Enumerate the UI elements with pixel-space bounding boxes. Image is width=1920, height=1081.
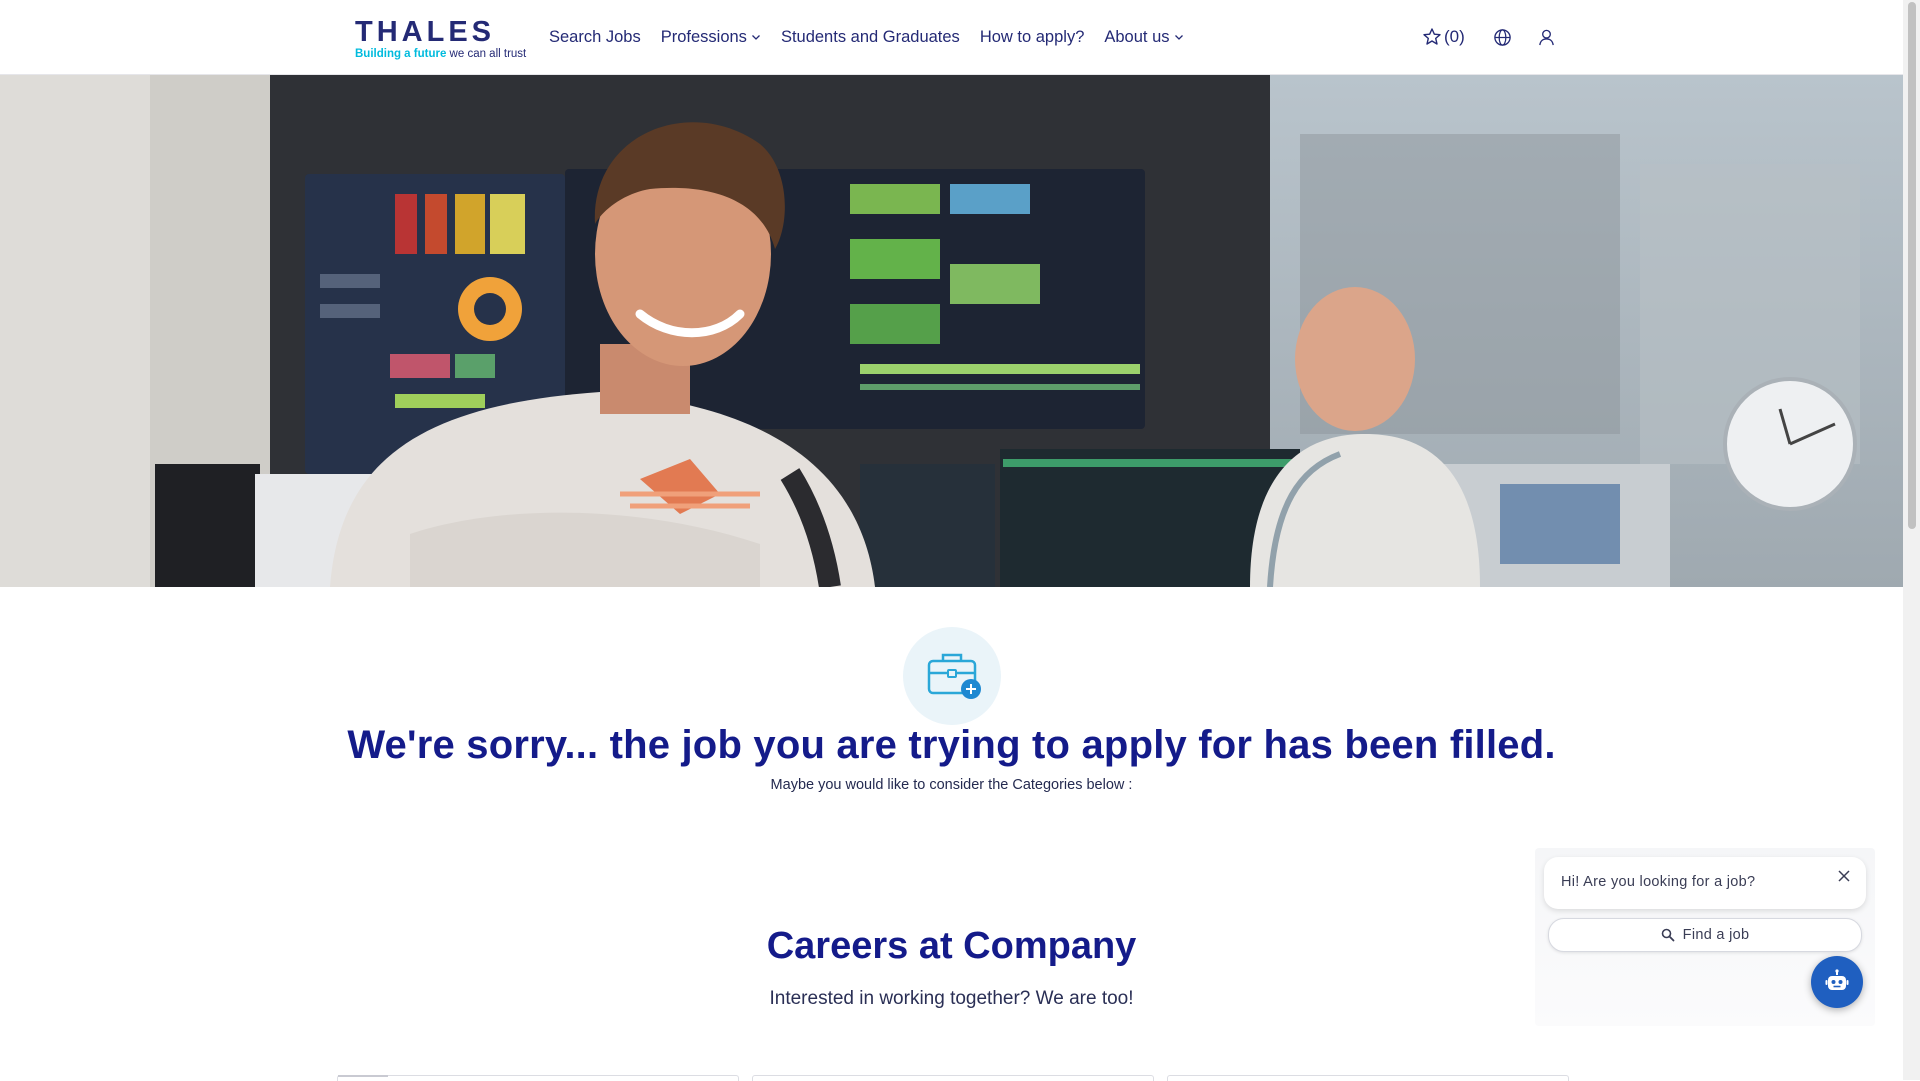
- chevron-down-icon: [1174, 35, 1183, 40]
- site-header: THALES Building a future we can all trus…: [0, 0, 1903, 75]
- nav-label: About us: [1104, 27, 1170, 46]
- logo-tagline-rest: we can all trust: [446, 48, 527, 60]
- nav-search-jobs[interactable]: Search Jobs: [549, 28, 641, 47]
- find-a-job-label: Find a job: [1682, 927, 1750, 943]
- hero-image: [0, 74, 1903, 587]
- nav-label: How to apply?: [979, 27, 1085, 46]
- account-button[interactable]: [1537, 0, 1556, 74]
- nav-label: Students and Graduates: [780, 27, 960, 46]
- main-nav: Search Jobs Professions Students and Gra…: [549, 0, 1204, 74]
- nav-label: Search Jobs: [549, 27, 641, 46]
- chat-greeting-bubble: Hi! Are you looking for a job?: [1544, 857, 1866, 909]
- chatbot-launcher[interactable]: [1811, 956, 1863, 1008]
- logo-wordmark: THALES: [355, 16, 495, 48]
- briefcase-plus-icon: [927, 653, 981, 699]
- category-card[interactable]: [752, 1075, 1154, 1081]
- nav-professions[interactable]: Professions: [661, 28, 761, 47]
- close-icon[interactable]: [1837, 869, 1851, 883]
- thales-logo[interactable]: THALES Building a future we can all trus…: [355, 16, 527, 60]
- star-icon: [1423, 28, 1441, 45]
- logo-tagline-highlight: Building a future: [355, 48, 447, 60]
- favorites-button[interactable]: (0): [1422, 0, 1465, 74]
- logo-tagline: Building a future we can all trust: [355, 48, 527, 60]
- hero-illustration: [0, 74, 1903, 587]
- categories-hint: Maybe you would like to consider the Cat…: [770, 777, 1133, 793]
- globe-icon: [1494, 28, 1511, 46]
- nav-students-graduates[interactable]: Students and Graduates: [781, 28, 960, 47]
- card-accent: [338, 1075, 388, 1077]
- category-card[interactable]: [1167, 1075, 1569, 1081]
- briefcase-badge: [903, 627, 1001, 725]
- chevron-down-icon: [751, 35, 760, 40]
- language-button[interactable]: [1493, 0, 1512, 74]
- page-scrollbar[interactable]: [1903, 0, 1920, 1080]
- job-filled-heading: We're sorry... the job you are trying to…: [347, 723, 1556, 767]
- nav-how-to-apply[interactable]: How to apply?: [980, 28, 1085, 47]
- search-icon: [1661, 928, 1675, 942]
- find-a-job-button[interactable]: Find a job: [1548, 918, 1862, 952]
- chat-greeting-text: Hi! Are you looking for a job?: [1561, 874, 1756, 890]
- nav-about-us[interactable]: About us: [1104, 28, 1183, 47]
- user-icon: [1539, 29, 1554, 45]
- robot-icon: [1825, 969, 1849, 990]
- scrollbar-thumb[interactable]: [1908, 2, 1916, 529]
- category-card[interactable]: [337, 1075, 739, 1081]
- nav-label: Professions: [660, 27, 747, 46]
- favorites-count: (0): [1444, 27, 1465, 46]
